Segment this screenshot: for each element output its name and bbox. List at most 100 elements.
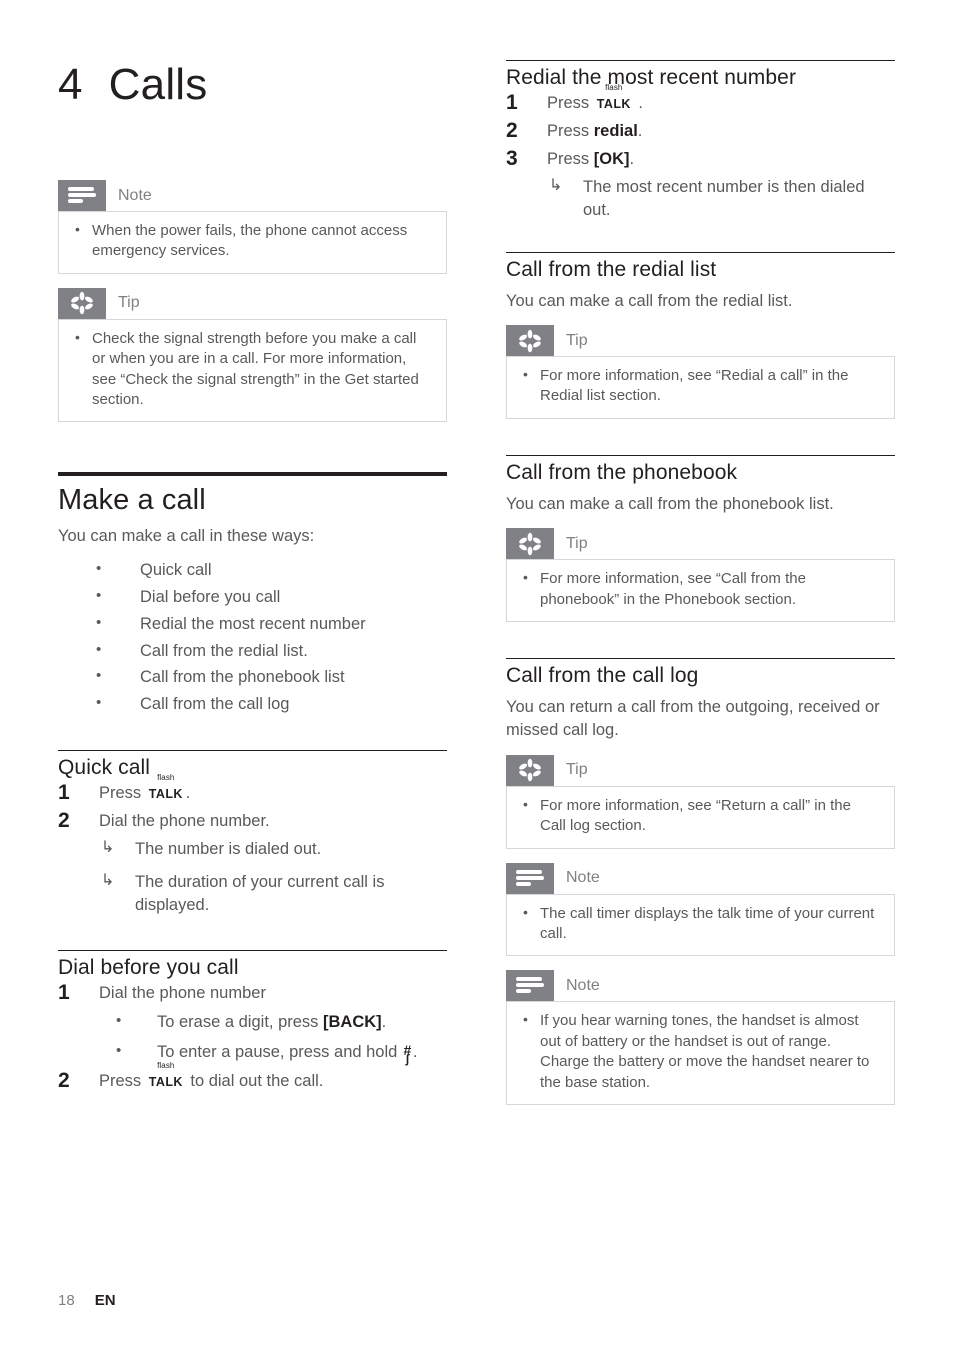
callout-item: For more information, see “Redial a call…	[521, 365, 880, 407]
callout-body: Check the signal strength before you mak…	[58, 318, 447, 423]
section-rule-thin	[58, 950, 447, 952]
list-item: Call from the redial list.	[58, 639, 447, 664]
step-text: Dial the phone number.	[99, 812, 270, 831]
callout-header: Note	[506, 970, 895, 1002]
tip-icon	[506, 325, 554, 357]
callout-body: If you hear warning tones, the handset i…	[506, 1001, 895, 1105]
step: 2 Press flash TALK to dial out the call.	[58, 1061, 447, 1094]
language-code: EN	[94, 1292, 116, 1309]
step-number: 2	[506, 118, 518, 142]
call-log-intro: You can return a call from the outgoing,…	[506, 698, 880, 740]
tip-icon	[506, 754, 554, 786]
right-column: Redial the most recent number 1 Press fl…	[506, 60, 895, 1119]
heading-call-from-phonebook: Call from the phonebook	[506, 460, 738, 484]
redial-recent-steps: 1 Press flash TALK . 2 Press redial. 3 Pr…	[506, 83, 895, 223]
page-number: 18	[58, 1292, 75, 1309]
phonebook-intro: You can make a call from the phonebook l…	[506, 494, 834, 513]
callout-item: Check the signal strength before you mak…	[73, 328, 432, 411]
list-item: Quick call	[58, 558, 447, 583]
redial-list-intro: You can make a call from the redial list…	[506, 291, 793, 310]
section-rule-thin	[506, 60, 895, 61]
callout-tip-phonebook: Tip For more information, see “Call from…	[506, 528, 895, 623]
page-footer: 18 EN	[58, 1293, 116, 1308]
callout-tip-call-log: Tip For more information, see “Return a …	[506, 754, 895, 849]
step: 2 Dial the phone number. The number is d…	[58, 809, 447, 918]
make-a-call-intro: You can make a call in these ways:	[58, 527, 315, 546]
callout-header: Tip	[506, 325, 895, 357]
page-title-make-a-call: Make a call	[58, 484, 206, 517]
result-item: The most recent number is then dialed ou…	[547, 175, 895, 223]
step: 1 Press flash TALK.	[58, 773, 447, 806]
step: 1 Press flash TALK .	[506, 83, 895, 116]
sub-suffix: .	[412, 1042, 418, 1061]
heading-dial-before-you-call: Dial before you call	[58, 956, 239, 980]
step-sub-bullets: To erase a digit, press [BACK]. To enter…	[99, 1010, 447, 1065]
callout-body: For more information, see “Call from the…	[506, 559, 895, 623]
chapter-title: 4 Calls	[58, 60, 207, 110]
talk-key-icon: flash TALK	[148, 1061, 183, 1090]
callout-item: When the power fails, the phone cannot a…	[73, 220, 432, 262]
section-rule-thin	[58, 750, 447, 752]
callout-body: For more information, see “Return a call…	[506, 785, 895, 849]
callout-body: When the power fails, the phone cannot a…	[58, 211, 447, 274]
step-suffix: .	[629, 149, 635, 168]
sub-text: To erase a digit, press	[157, 1013, 323, 1032]
section-rule-thin	[506, 251, 895, 253]
talk-key-icon: flash TALK	[148, 773, 183, 802]
step-number: 1	[506, 91, 518, 114]
heading-redial-most-recent: Redial the most recent number	[506, 66, 797, 89]
chapter-name: Calls	[108, 60, 208, 109]
document-page: 4 Calls Note When the power fails, the ph…	[0, 0, 954, 1350]
step-suffix: .	[185, 784, 191, 803]
list-item: Dial before you call	[58, 585, 447, 610]
callout-header: Note	[506, 862, 895, 894]
callout-label: Tip	[566, 331, 588, 349]
sub-text: To enter a pause, press and hold	[157, 1042, 402, 1061]
list-item: Call from the phonebook list	[58, 665, 447, 690]
callout-label: Tip	[566, 761, 588, 779]
back-key-label: [BACK]	[323, 1013, 382, 1032]
step-results: The number is dialed out. The duration o…	[99, 837, 447, 918]
note-icon	[506, 862, 554, 894]
step-text: Press	[99, 784, 142, 803]
callout-label: Tip	[566, 534, 588, 552]
result-item: The number is dialed out.	[99, 837, 447, 861]
step: 3 Press [OK]. The most recent number is …	[506, 146, 895, 223]
step-suffix: .	[638, 94, 643, 112]
step-number: 1	[58, 981, 70, 1005]
callout-item: If you hear warning tones, the handset i…	[521, 1010, 880, 1093]
step-number: 3	[506, 146, 518, 170]
heading-quick-call: Quick call	[58, 756, 151, 780]
step-number: 2	[58, 809, 70, 833]
list-item: Call from the call log	[58, 692, 447, 717]
step-text: Press	[547, 121, 594, 140]
step-number: 1	[58, 781, 70, 805]
step-text: Dial the phone number	[99, 984, 266, 1003]
talk-key-icon: flash TALK	[596, 83, 631, 111]
step: 2 Press redial.	[506, 118, 895, 144]
tip-icon	[506, 528, 554, 560]
list-item: To erase a digit, press [BACK].	[99, 1010, 447, 1034]
callout-header: Tip	[58, 287, 447, 319]
callout-note-call-timer: Note The call timer displays the talk ti…	[506, 862, 895, 957]
list-item: Redial the most recent number	[58, 612, 447, 637]
make-a-call-ways-list: Quick call Dial before you call Redial t…	[58, 558, 447, 718]
list-item: To enter a pause, press and hold #ʃ.	[99, 1040, 447, 1065]
callout-header: Note	[58, 180, 447, 211]
tip-icon	[58, 287, 106, 319]
heading-call-from-call-log: Call from the call log	[506, 664, 699, 688]
section-rule-thin	[506, 658, 895, 660]
step-suffix: .	[637, 121, 643, 140]
callout-label: Note	[566, 869, 600, 887]
step: 1 Dial the phone number To erase a digit…	[58, 981, 447, 1065]
callout-header: Tip	[506, 754, 895, 786]
callout-tip-redial-list: Tip For more information, see “Redial a …	[506, 325, 895, 419]
callout-label: Note	[566, 976, 600, 994]
callout-body: For more information, see “Redial a call…	[506, 356, 895, 419]
result-item: The duration of your current call is dis…	[99, 870, 447, 918]
heading-call-from-redial-list: Call from the redial list	[506, 257, 717, 281]
section-rule-thin	[506, 454, 895, 456]
step-results: The most recent number is then dialed ou…	[547, 175, 895, 223]
redial-key-label: redial	[593, 121, 638, 140]
step-text: Press	[547, 149, 594, 168]
